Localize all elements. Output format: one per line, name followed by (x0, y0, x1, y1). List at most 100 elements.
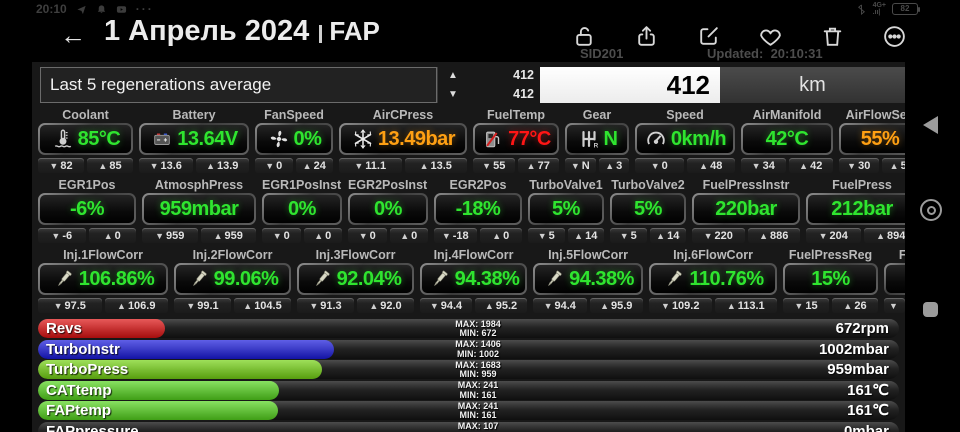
bar-value: 959mbar (827, 361, 889, 378)
trash-icon[interactable] (820, 24, 845, 54)
gauge-gear[interactable]: Gear R N ▼ N ▲ 3 (565, 107, 629, 173)
gauge-egr1pos[interactable]: EGR1Pos -6% ▼ -6 ▲ 0 (38, 177, 136, 243)
gauge-value-box: 0km/h (635, 123, 735, 155)
gauge-turbovalve1[interactable]: TurboValve1 5% ▼ 5 ▲ 14 (528, 177, 604, 243)
bar-cattemp[interactable]: CATtemp MAX: 241 MIN: 161 161℃ (38, 380, 899, 400)
regen-current-value[interactable]: 412 (540, 67, 720, 103)
gauge-coolant[interactable]: Coolant 85°C ▼ 82 ▲ 85 (38, 107, 133, 173)
bar-label: TurboInstr (46, 340, 120, 358)
gauge-max: ▲ 42 (788, 158, 833, 173)
gauge-minmax: ▼ 0 ▲ 0 (262, 228, 342, 243)
gauge-min: ▼ 0 (348, 228, 387, 243)
android-back-button[interactable] (923, 116, 938, 134)
gauge-inj-1flowcorr[interactable]: Inj.1FlowCorr 106.86% ▼ 97.5 ▲ 106.9 (38, 247, 168, 313)
gauge-label: EGR1PosInstr (262, 178, 342, 192)
down-arrow-icon: ▼ (441, 230, 451, 241)
gauge-minmax: ▼ 34 ▲ 42 (741, 158, 833, 173)
gauge-label: FuelPressInstr (702, 178, 790, 192)
gauge-max: ▲ 13.9 (195, 158, 249, 173)
device-id: SID201 (580, 46, 624, 61)
gauge-fuelpressreg[interactable]: FuelPressReg 15% ▼ 15 ▲ 26 (783, 247, 878, 313)
gauge-inj-3flowcorr[interactable]: Inj.3FlowCorr 92.04% ▼ 91.3 ▲ 92.0 (297, 247, 414, 313)
down-arrow-icon: ▼ (354, 160, 364, 171)
gauge-atmosphpress[interactable]: AtmosphPress 959mbar ▼ 959 ▲ 959 (142, 177, 256, 243)
gauge-value: 110.76% (689, 267, 764, 290)
gauge-min: ▼ 91.3 (297, 298, 354, 313)
gauge-min: ▼ -6 (38, 228, 86, 243)
gauge-aircpress[interactable]: AirCPress 13.49bar ▼ 11.1 ▲ 13.5 (339, 107, 467, 173)
gauge-value: 94.38% (454, 267, 520, 290)
up-arrow-icon: ▲ (726, 300, 736, 311)
gauge-max: ▲ 13.5 (404, 158, 467, 173)
gauge-max: ▲ 959 (200, 228, 256, 243)
gauge-inj-6flowcorr[interactable]: Inj.6FlowCorr 110.76% ▼ 109.2 ▲ 113.1 (649, 247, 777, 313)
down-arrow-icon: ▼ (448, 89, 458, 100)
gauge-value: 42°C (765, 127, 809, 150)
gauge-min: ▼ 220 (692, 228, 745, 243)
gauge-value: 5% (552, 197, 580, 220)
gauge-airmanifold[interactable]: AirManifold 42°C ▼ 34 ▲ 42 (741, 107, 833, 173)
gauge-fu[interactable]: Fu ▼▲ (884, 247, 905, 313)
gauge-speed[interactable]: Speed 0km/h ▼ 0 ▲ 48 (635, 107, 735, 173)
gauge-minmax: ▼ 5 ▲ 14 (610, 228, 686, 243)
android-recents-button[interactable] (923, 302, 938, 317)
gauge-battery[interactable]: Battery 13.64V ▼ 13.6 ▲ 13.9 (139, 107, 249, 173)
gauge-fuelpress[interactable]: FuelPress 212bar ▼ 204 ▲ 894 (806, 177, 905, 243)
gauge-max: ▲ 48 (686, 158, 735, 173)
up-arrow-icon: ▲ (600, 300, 609, 311)
injector-icon (52, 268, 76, 290)
up-arrow-icon: ▲ (419, 160, 429, 171)
bar-fappressure[interactable]: FAPpressure MAX: 107MIN: 0 0mbar (38, 421, 899, 432)
gauge-fanspeed[interactable]: FanSpeed 0% ▼ 0 ▲ 24 (255, 107, 333, 173)
gauge-egr2posinstr[interactable]: EGR2PosInstr 0% ▼ 0 ▲ 0 (348, 177, 428, 243)
gauge-label: AirManifold (752, 108, 822, 122)
gauge-fuelpressinstr[interactable]: FuelPressInstr 220bar ▼ 220 ▲ 886 (692, 177, 800, 243)
gauge-airflowsen[interactable]: AirFlowSen 55% ▼30▲55 (839, 107, 905, 173)
up-arrow-icon: ▲ (448, 70, 458, 81)
gauge-egr2pos[interactable]: EGR2Pos -18% ▼ -18 ▲ 0 (434, 177, 522, 243)
gauge-value: 92.04% (336, 267, 402, 290)
gauge-value-box: -18% (434, 193, 522, 225)
gauge-value-box: 94.38% (533, 263, 643, 295)
gauge-minmax: ▼ 82 ▲ 85 (38, 158, 133, 173)
bar-turboinstr[interactable]: TurboInstr MAX: 1406 MIN: 1002 1002mbar (38, 339, 899, 359)
more-options-icon[interactable] (882, 24, 907, 54)
gauge-value-box: 55% (839, 123, 905, 155)
down-arrow-icon: ▼ (272, 230, 282, 241)
gauge-max: ▲ 26 (832, 298, 878, 313)
bar-turbopress[interactable]: TurboPress MAX: 1683 MIN: 959 959mbar (38, 360, 899, 379)
gauge-inj-5flowcorr[interactable]: Inj.5FlowCorr 94.38% ▼ 94.4 ▲ 95.9 (533, 247, 643, 313)
bar-label: Revs (46, 320, 82, 337)
up-arrow-icon: ▲ (526, 160, 536, 171)
share-icon[interactable] (634, 24, 659, 54)
bar-faptemp[interactable]: FAPtemp MAX: 241 MIN: 161 161℃ (38, 401, 899, 420)
up-arrow-icon: ▲ (206, 160, 215, 171)
up-arrow-icon: ▲ (759, 230, 769, 241)
gauge-value-box: 92.04% (297, 263, 414, 295)
gauge-value-box: 5% (528, 193, 604, 225)
gauge-minmax: ▼ 0 ▲ 48 (635, 158, 735, 173)
bar-revs[interactable]: Revs MAX: 1984 MIN: 672 672rpm (38, 319, 899, 338)
gauge-minmax: ▼ 204 ▲ 894 (806, 228, 905, 243)
gauge-minmax: ▼ 0 ▲ 24 (255, 158, 333, 173)
gauge-fueltemp[interactable]: FuelTemp 77°C ▼ 55 ▲ 77 (473, 107, 559, 173)
gauge-minmax: ▼ 220 ▲ 886 (692, 228, 800, 243)
android-home-button[interactable] (920, 199, 942, 221)
gauge-label: TurboValve2 (611, 178, 685, 192)
bar-label: FAPtemp (46, 402, 112, 419)
gauge-value: N (603, 127, 618, 150)
up-arrow-icon: ▲ (799, 160, 809, 171)
gauge-label: FanSpeed (264, 108, 324, 122)
gauge-inj-4flowcorr[interactable]: Inj.4FlowCorr 94.38% ▼ 94.4 ▲ 95.2 (420, 247, 527, 313)
gauge-value-box: 106.86% (38, 263, 168, 295)
back-button[interactable]: ← (60, 21, 86, 49)
gauge-minmax: ▼ N ▲ 3 (565, 158, 629, 173)
gauge-inj-2flowcorr[interactable]: Inj.2FlowCorr 99.06% ▼ 99.1 ▲ 104.5 (174, 247, 291, 313)
gauge-egr1posinstr[interactable]: EGR1PosInstr 0% ▼ 0 ▲ 0 (262, 177, 342, 243)
gauge-turbovalve2[interactable]: TurboValve2 5% ▼ 5 ▲ 14 (610, 177, 686, 243)
gauge-label: Inj.1FlowCorr (63, 248, 143, 262)
up-arrow-icon: ▲ (574, 230, 584, 241)
gauge-max: ▲ 77 (517, 158, 559, 173)
gauge-label: AtmosphPress (154, 178, 244, 192)
down-arrow-icon: ▼ (51, 230, 61, 241)
